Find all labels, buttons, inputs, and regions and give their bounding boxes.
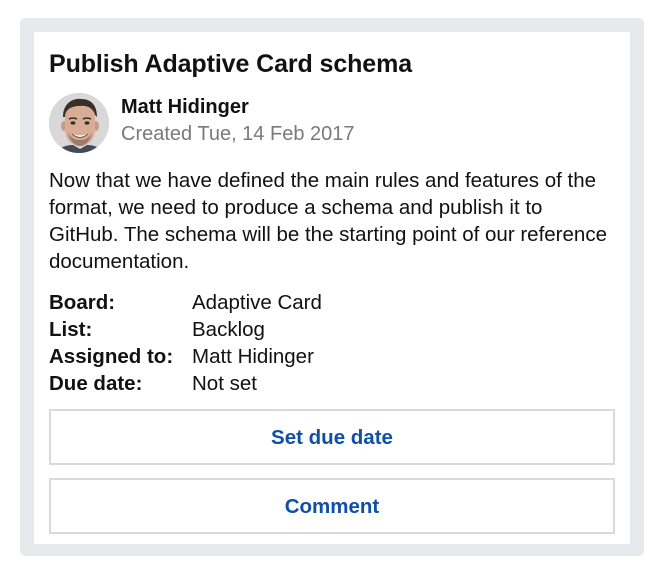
author-row: Matt Hidinger Created Tue, 14 Feb 2017	[49, 93, 615, 153]
comment-button[interactable]: Comment	[49, 478, 615, 534]
card-title: Publish Adaptive Card schema	[49, 50, 413, 78]
avatar	[49, 93, 109, 153]
created-date: Created Tue, 14 Feb 2017	[121, 123, 355, 145]
set-due-date-button[interactable]: Set due date	[49, 409, 615, 465]
author-name: Matt Hidinger	[121, 96, 249, 118]
fact-value-board: Adaptive Card	[192, 291, 322, 314]
card-description: Now that we have defined the main rules …	[49, 169, 607, 273]
card-container: Publish Adaptive Card schema Matt Hiding…	[20, 18, 644, 556]
fact-row-board: Board: Adaptive Card	[49, 289, 322, 316]
action-set: Set due date Comment	[49, 409, 615, 534]
fact-key-board: Board:	[49, 291, 116, 314]
fact-key-due-date: Due date:	[49, 372, 143, 395]
fact-value-assigned: Matt Hidinger	[192, 345, 314, 368]
fact-value-list: Backlog	[192, 318, 265, 341]
fact-row-list: List: Backlog	[49, 316, 322, 343]
fact-key-list: List:	[49, 318, 93, 341]
adaptive-card: Publish Adaptive Card schema Matt Hiding…	[34, 32, 630, 544]
fact-set: Board: Adaptive Card List: Backlog Assig…	[49, 289, 322, 397]
fact-value-due-date: Not set	[192, 372, 257, 395]
user-avatar-icon	[49, 93, 109, 153]
fact-row-assigned: Assigned to: Matt Hidinger	[49, 343, 322, 370]
author-meta: Matt Hidinger Created Tue, 14 Feb 2017	[121, 93, 355, 147]
fact-key-assigned: Assigned to:	[49, 345, 174, 368]
fact-row-due-date: Due date: Not set	[49, 370, 322, 397]
